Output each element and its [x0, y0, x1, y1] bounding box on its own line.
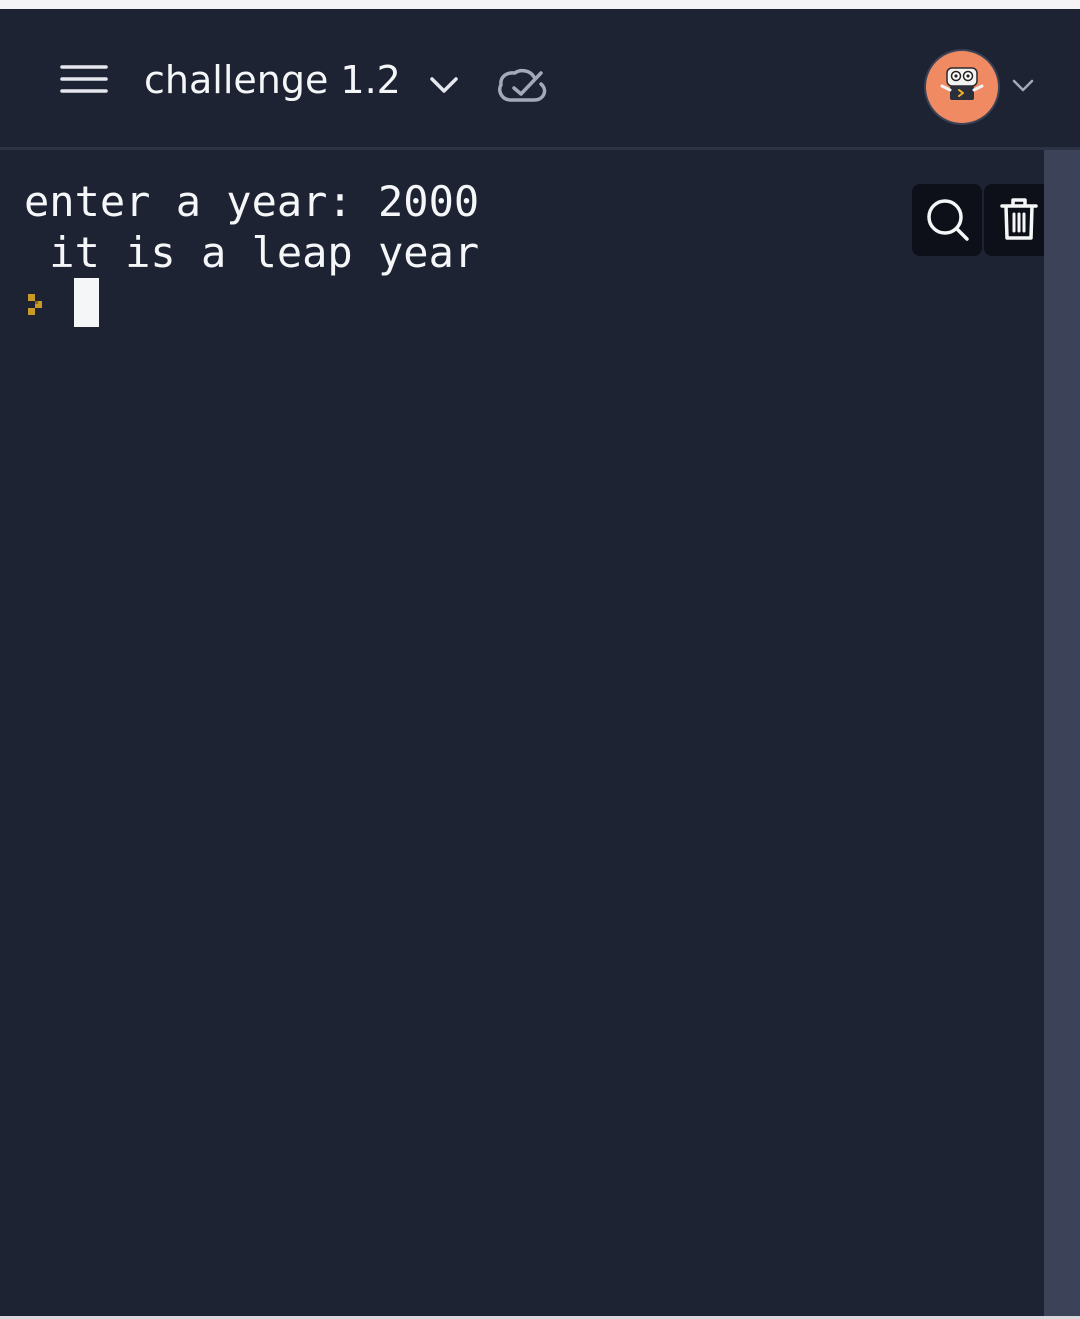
console-line: enter a year: 2000 [24, 177, 480, 226]
chevron-down-icon[interactable] [1008, 71, 1038, 101]
chevron-down-icon[interactable] [424, 65, 464, 109]
hamburger-menu-icon[interactable] [56, 57, 112, 101]
text-cursor [74, 278, 99, 327]
app-window: challenge 1.2 enter a year: 2000 it is a… [0, 0, 1080, 1319]
search-icon [927, 199, 969, 241]
cloud-check-icon [494, 63, 550, 111]
console-output[interactable]: enter a year: 2000 it is a leap year [0, 150, 1054, 1316]
project-title[interactable]: challenge 1.2 [144, 55, 401, 105]
robot-avatar-icon[interactable] [926, 51, 998, 123]
prompt-arrow-icon [26, 294, 48, 320]
search-button[interactable] [912, 184, 982, 256]
header-bar: challenge 1.2 [0, 9, 1080, 147]
console-line: it is a leap year [24, 228, 480, 277]
top-edge [0, 0, 1080, 9]
vertical-scrollbar[interactable] [1044, 150, 1080, 1316]
